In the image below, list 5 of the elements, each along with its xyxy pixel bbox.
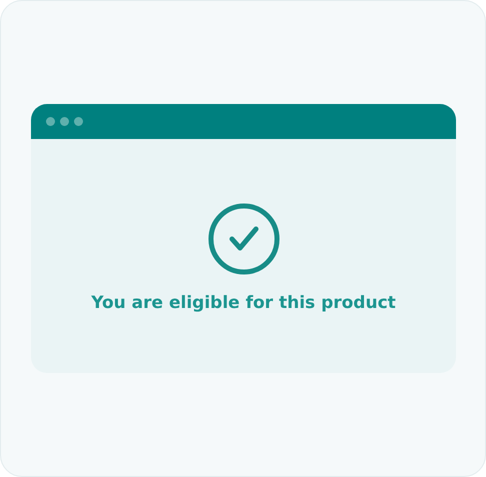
- eligibility-message: You are eligible for this product: [91, 293, 396, 313]
- window-dot-icon: [74, 117, 83, 126]
- window-dot-icon: [60, 117, 69, 126]
- window-dot-icon: [46, 117, 55, 126]
- check-circle-icon: [208, 203, 280, 275]
